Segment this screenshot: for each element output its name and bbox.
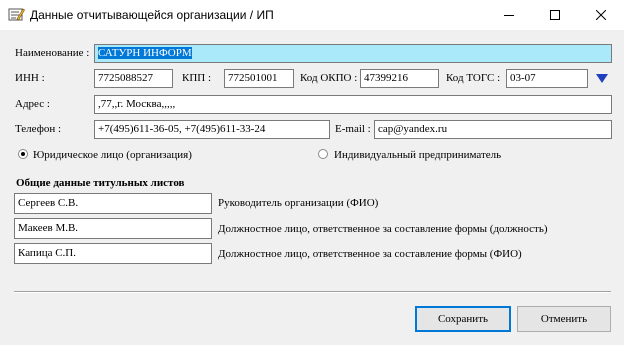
email-field[interactable]: cap@yandex.ru <box>374 120 612 139</box>
phone-label: Телефон : <box>15 123 62 135</box>
close-icon <box>596 10 606 20</box>
individual-entrepreneur-label[interactable]: Индивидуальный предприниматель <box>334 149 501 161</box>
head-name-label: Руководитель организации (ФИО) <box>218 197 379 209</box>
address-label: Адрес : <box>15 98 50 110</box>
phone-field[interactable]: +7(495)611-36-05, +7(495)611-33-24 <box>94 120 330 139</box>
responsible-name-label: Должностное лицо, ответственное за соста… <box>218 248 522 260</box>
individual-entrepreneur-radio[interactable] <box>318 149 328 159</box>
name-label: Наименование : <box>15 47 90 59</box>
window-title: Данные отчитывающейся организации / ИП <box>30 8 274 22</box>
name-value: САТУРН ИНФОРМ <box>98 47 192 59</box>
radio-selected-dot <box>21 152 25 156</box>
title-pages-heading: Общие данные титульных листов <box>16 177 185 189</box>
responsible-name-field[interactable]: Капица С.П. <box>14 243 212 264</box>
inn-label: ИНН : <box>15 72 45 84</box>
form-edit-icon <box>8 8 25 21</box>
responsible-position-label: Должностное лицо, ответственное за соста… <box>218 223 548 235</box>
dropdown-triangle-icon <box>596 73 608 83</box>
togs-field[interactable]: 03-07 <box>506 69 588 88</box>
separator-line <box>14 291 611 293</box>
minimize-button[interactable] <box>486 0 532 30</box>
inn-field[interactable]: 7725088527 <box>94 69 173 88</box>
maximize-icon <box>550 10 560 20</box>
head-name-field[interactable]: Сергеев С.В. <box>14 193 212 214</box>
togs-dropdown-button[interactable] <box>593 69 611 88</box>
name-field[interactable]: САТУРН ИНФОРМ <box>94 44 612 63</box>
togs-label: Код ТОГС : <box>446 72 501 84</box>
legal-entity-radio[interactable] <box>18 149 28 159</box>
address-field[interactable]: ,77,,г. Москва,,,,, <box>94 95 612 114</box>
minimize-icon <box>504 15 514 16</box>
title-bar[interactable]: Данные отчитывающейся организации / ИП <box>0 0 624 30</box>
okpo-field[interactable]: 47399216 <box>360 69 439 88</box>
kpp-field[interactable]: 772501001 <box>224 69 294 88</box>
save-button[interactable]: Сохранить <box>415 306 511 332</box>
maximize-button[interactable] <box>532 0 578 30</box>
okpo-label: Код ОКПО : <box>300 72 358 84</box>
close-button[interactable] <box>578 0 624 30</box>
legal-entity-label[interactable]: Юридическое лицо (организация) <box>33 149 192 161</box>
kpp-label: КПП : <box>182 72 212 84</box>
email-label: E-mail : <box>335 123 371 135</box>
responsible-position-field[interactable]: Макеев М.В. <box>14 218 212 239</box>
cancel-button[interactable]: Отменить <box>517 306 611 332</box>
